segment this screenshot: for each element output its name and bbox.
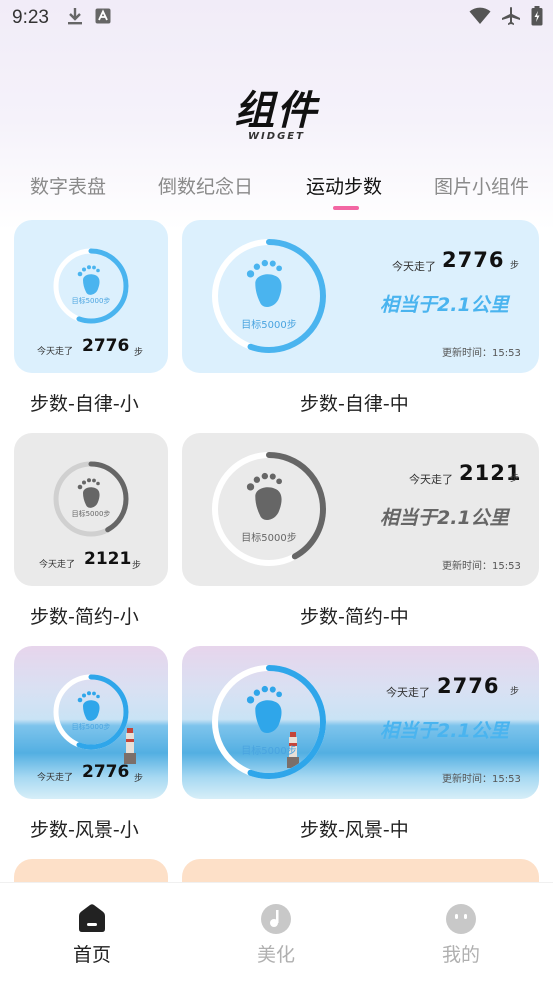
walked-label: 今天走了 xyxy=(39,560,76,570)
widget-caption: 步数-简约-小 xyxy=(30,606,139,628)
steps-value: 2776 xyxy=(82,336,130,356)
steps-unit: 步 xyxy=(134,348,144,358)
widget-grid: 目标5000步 今天走了 2776 步 目标5000步 今天走了 2776 步 … xyxy=(0,218,553,882)
steps-value: 2121 xyxy=(84,549,132,569)
widget-caption: 步数-简约-中 xyxy=(300,606,409,628)
steps-unit: 步 xyxy=(510,261,520,271)
tab-countdown[interactable]: 倒数纪念日 xyxy=(158,172,253,199)
widget-card-partial[interactable] xyxy=(182,859,539,882)
distance-equivalent: 相当于2.1公里 xyxy=(380,294,509,316)
goal-label: 目标5000步 xyxy=(71,510,111,518)
tab-photo-widget[interactable]: 图片小组件 xyxy=(434,172,529,199)
music-note-icon xyxy=(261,904,291,934)
updated-time: 更新时间：15:53 xyxy=(442,561,521,572)
footprint-icon xyxy=(246,472,282,520)
steps-value: 2776 xyxy=(442,248,505,272)
footprint-icon xyxy=(246,259,282,307)
tab-steps[interactable]: 运动步数 xyxy=(306,172,382,199)
widget-card-blue-small[interactable]: 目标5000步 今天走了 2776 步 xyxy=(14,220,168,373)
walked-label: 今天走了 xyxy=(37,347,74,357)
updated-time: 更新时间：15:53 xyxy=(442,348,521,359)
goal-label: 目标5000步 xyxy=(71,297,111,305)
goal-label: 目标5000步 xyxy=(71,723,111,731)
steps-unit: 步 xyxy=(132,561,142,571)
page-subtitle: WIDGET xyxy=(248,131,305,142)
nav-label: 我的 xyxy=(441,944,480,966)
page-title: 组件 xyxy=(234,88,319,134)
nav-beautify[interactable]: 美化 xyxy=(216,883,336,983)
download-icon xyxy=(67,7,83,29)
goal-label: 目标5000步 xyxy=(241,320,297,331)
updated-time: 更新时间：15:53 xyxy=(442,774,521,785)
face-icon xyxy=(446,904,476,934)
walked-label: 今天走了 xyxy=(37,773,74,783)
battery-charging-icon xyxy=(531,6,543,30)
category-tabs: 数字表盘 倒数纪念日 运动步数 图片小组件 xyxy=(0,172,553,212)
walked-label: 今天走了 xyxy=(386,686,430,699)
walked-label: 今天走了 xyxy=(392,260,436,273)
steps-unit: 步 xyxy=(134,774,144,784)
widget-card-partial[interactable] xyxy=(14,859,168,882)
home-icon xyxy=(79,904,105,932)
steps-value: 2776 xyxy=(437,674,500,698)
footprint-icon xyxy=(77,478,100,508)
steps-unit: 步 xyxy=(510,687,520,697)
footprint-icon xyxy=(246,685,282,733)
widget-card-gray-medium[interactable]: 目标5000步 今天走了 2121 步 相当于2.1公里 更新时间：15:53 xyxy=(182,433,539,586)
wifi-icon xyxy=(469,7,491,29)
widget-caption: 步数-自律-小 xyxy=(30,393,139,415)
distance-equivalent: 相当于2.1公里 xyxy=(380,720,509,742)
steps-unit: 步 xyxy=(510,474,520,484)
widget-card-scenic-medium[interactable]: 目标5000步 今天走了 2776 步 相当于2.1公里 更新时间：15:53 xyxy=(182,646,539,799)
footprint-icon xyxy=(77,265,100,295)
text-a-icon xyxy=(95,8,111,28)
status-bar: 9:23 xyxy=(0,0,553,36)
walked-label: 今天走了 xyxy=(409,473,453,486)
steps-value: 2776 xyxy=(82,762,130,782)
tab-digital-dial[interactable]: 数字表盘 xyxy=(30,172,106,199)
distance-equivalent: 相当于2.1公里 xyxy=(380,507,509,529)
bottom-nav: 首页 美化 我的 xyxy=(0,882,553,983)
status-time: 9:23 xyxy=(12,7,49,28)
nav-home[interactable]: 首页 xyxy=(32,883,152,983)
widget-card-blue-medium[interactable]: 目标5000步 今天走了 2776 步 相当于2.1公里 更新时间：15:53 xyxy=(182,220,539,373)
widget-caption: 步数-风景-小 xyxy=(30,819,139,841)
goal-label: 目标5000步 xyxy=(241,746,297,757)
widget-caption: 步数-自律-中 xyxy=(300,393,409,415)
footprint-icon xyxy=(77,691,100,721)
nav-label: 美化 xyxy=(256,944,295,966)
widget-card-gray-small[interactable]: 目标5000步 今天走了 2121 步 xyxy=(14,433,168,586)
nav-label: 首页 xyxy=(72,944,111,966)
airplane-icon xyxy=(501,6,521,30)
active-tab-indicator xyxy=(333,206,359,210)
widget-caption: 步数-风景-中 xyxy=(300,819,409,841)
widget-card-scenic-small[interactable]: 目标5000步 今天走了 2776 步 xyxy=(14,646,168,799)
goal-label: 目标5000步 xyxy=(241,533,297,544)
nav-me[interactable]: 我的 xyxy=(401,883,521,983)
